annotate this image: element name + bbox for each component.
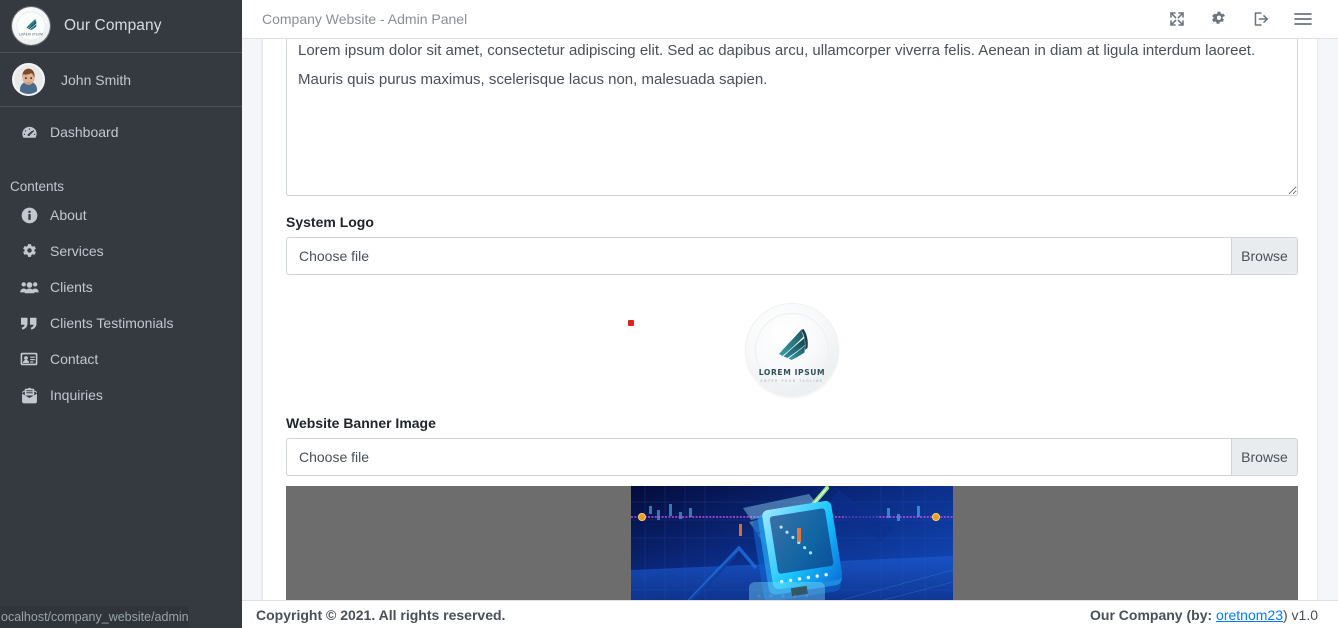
footer-copyright-strong: Copyright © 2021. All rights reserved. (256, 606, 506, 623)
settings-button[interactable] (1198, 0, 1240, 39)
logout-button[interactable] (1240, 0, 1282, 39)
topbar-actions (1156, 0, 1338, 39)
about-content-textarea[interactable] (286, 39, 1298, 196)
user-avatar-icon (12, 63, 45, 96)
footer-author-link[interactable]: oretnom23 (1216, 607, 1283, 623)
system-logo-preview: LOREM IPSUM ENTER YOUR TAGLINE (745, 303, 839, 397)
logo-text-sub: ENTER YOUR TAGLINE (760, 379, 823, 383)
company-logo-icon: LOREM IPSUM (12, 7, 50, 45)
dashboard-tachometer-icon (16, 124, 42, 141)
users-icon (16, 279, 42, 296)
footer-copyright: Copyright © 2021. All rights reserved. (256, 607, 505, 623)
browser-status-bar: ocalhost/company_website/admin (0, 606, 189, 628)
banner-image-browse-button[interactable]: Browse (1231, 438, 1298, 476)
footer-version-suffix: ) v1.0 (1282, 606, 1318, 623)
banner-image-preview-frame (286, 486, 1298, 600)
footer-version: Our Company (by: oretnom23) v1.0 (1090, 607, 1318, 623)
system-logo-label: System Logo (286, 214, 374, 230)
system-logo-file-name[interactable]: Choose file (286, 237, 1231, 275)
sidebar-item-label: Inquiries (50, 387, 103, 403)
sidebar-item-inquiries[interactable]: Inquiries (8, 378, 234, 412)
gear-icon (16, 243, 42, 260)
sidebar-user-panel[interactable]: John Smith (0, 53, 242, 107)
sidebar-item-label: Contact (50, 351, 99, 367)
info-circle-icon (16, 207, 42, 224)
sidebar-item-services[interactable]: Services (8, 234, 234, 268)
settings-card: System Logo Choose file Browse (262, 39, 1318, 600)
sidebar-item-contact[interactable]: Contact (8, 342, 234, 376)
content-scroll-region[interactable]: System Logo Choose file Browse (242, 39, 1338, 600)
svg-text:LOREM IPSUM: LOREM IPSUM (19, 32, 43, 36)
id-card-icon (16, 351, 42, 367)
banner-image-preview (631, 486, 953, 600)
sidebar-item-label: Dashboard (50, 124, 119, 140)
sidebar-item-clients[interactable]: Clients (8, 270, 234, 304)
page-title: Company Website - Admin Panel (262, 11, 468, 27)
banner-image-file-input[interactable]: Choose file Browse (286, 438, 1298, 476)
sidebar-nav: Dashboard Contents About Services Client… (0, 107, 242, 412)
banner-image-file-name[interactable]: Choose file (286, 438, 1231, 476)
sidebar-item-label: Clients Testimonials (50, 315, 174, 331)
quote-left-icon (16, 316, 42, 331)
browser-status-url: ocalhost/company_website/admin (1, 610, 189, 624)
hamburger-menu-icon[interactable] (1282, 0, 1324, 39)
sidebar-brand-label: Our Company (64, 17, 162, 34)
sidebar: LOREM IPSUM Our Company John Smith Dashb… (0, 0, 242, 628)
sidebar-user-name: John Smith (61, 71, 132, 88)
sidebar-brand[interactable]: LOREM IPSUM Our Company (0, 0, 242, 53)
system-logo-file-input[interactable]: Choose file Browse (286, 237, 1298, 275)
main-area: Company Website - Admin Panel Lorem ipsu… (242, 0, 1338, 628)
system-logo-preview-wrap: LOREM IPSUM ENTER YOUR TAGLINE (286, 279, 1298, 415)
footer: Copyright © 2021. All rights reserved. O… (242, 600, 1338, 628)
sidebar-section-contents: Contents (10, 179, 65, 194)
sidebar-item-label: Services (50, 243, 104, 259)
sidebar-item-about[interactable]: About (8, 198, 234, 232)
cursor-marker-dot (628, 320, 634, 326)
top-navbar: Company Website - Admin Panel (242, 0, 1338, 39)
envelope-open-icon (16, 387, 42, 404)
footer-version-prefix: Our Company (by: (1090, 606, 1213, 623)
fullscreen-button[interactable] (1156, 0, 1198, 39)
sidebar-item-label: About (50, 207, 87, 223)
system-logo-browse-button[interactable]: Browse (1231, 237, 1298, 275)
content-right-gutter (1318, 39, 1338, 600)
sidebar-item-dashboard[interactable]: Dashboard (8, 115, 234, 149)
sidebar-item-label: Clients (50, 279, 93, 295)
sidebar-item-clients-testimonials[interactable]: Clients Testimonials (8, 306, 234, 340)
lorem-ipsum-logo-icon: LOREM IPSUM ENTER YOUR TAGLINE (750, 308, 834, 392)
logo-text-main: LOREM IPSUM (759, 368, 825, 377)
website-banner-image-label: Website Banner Image (286, 415, 436, 431)
